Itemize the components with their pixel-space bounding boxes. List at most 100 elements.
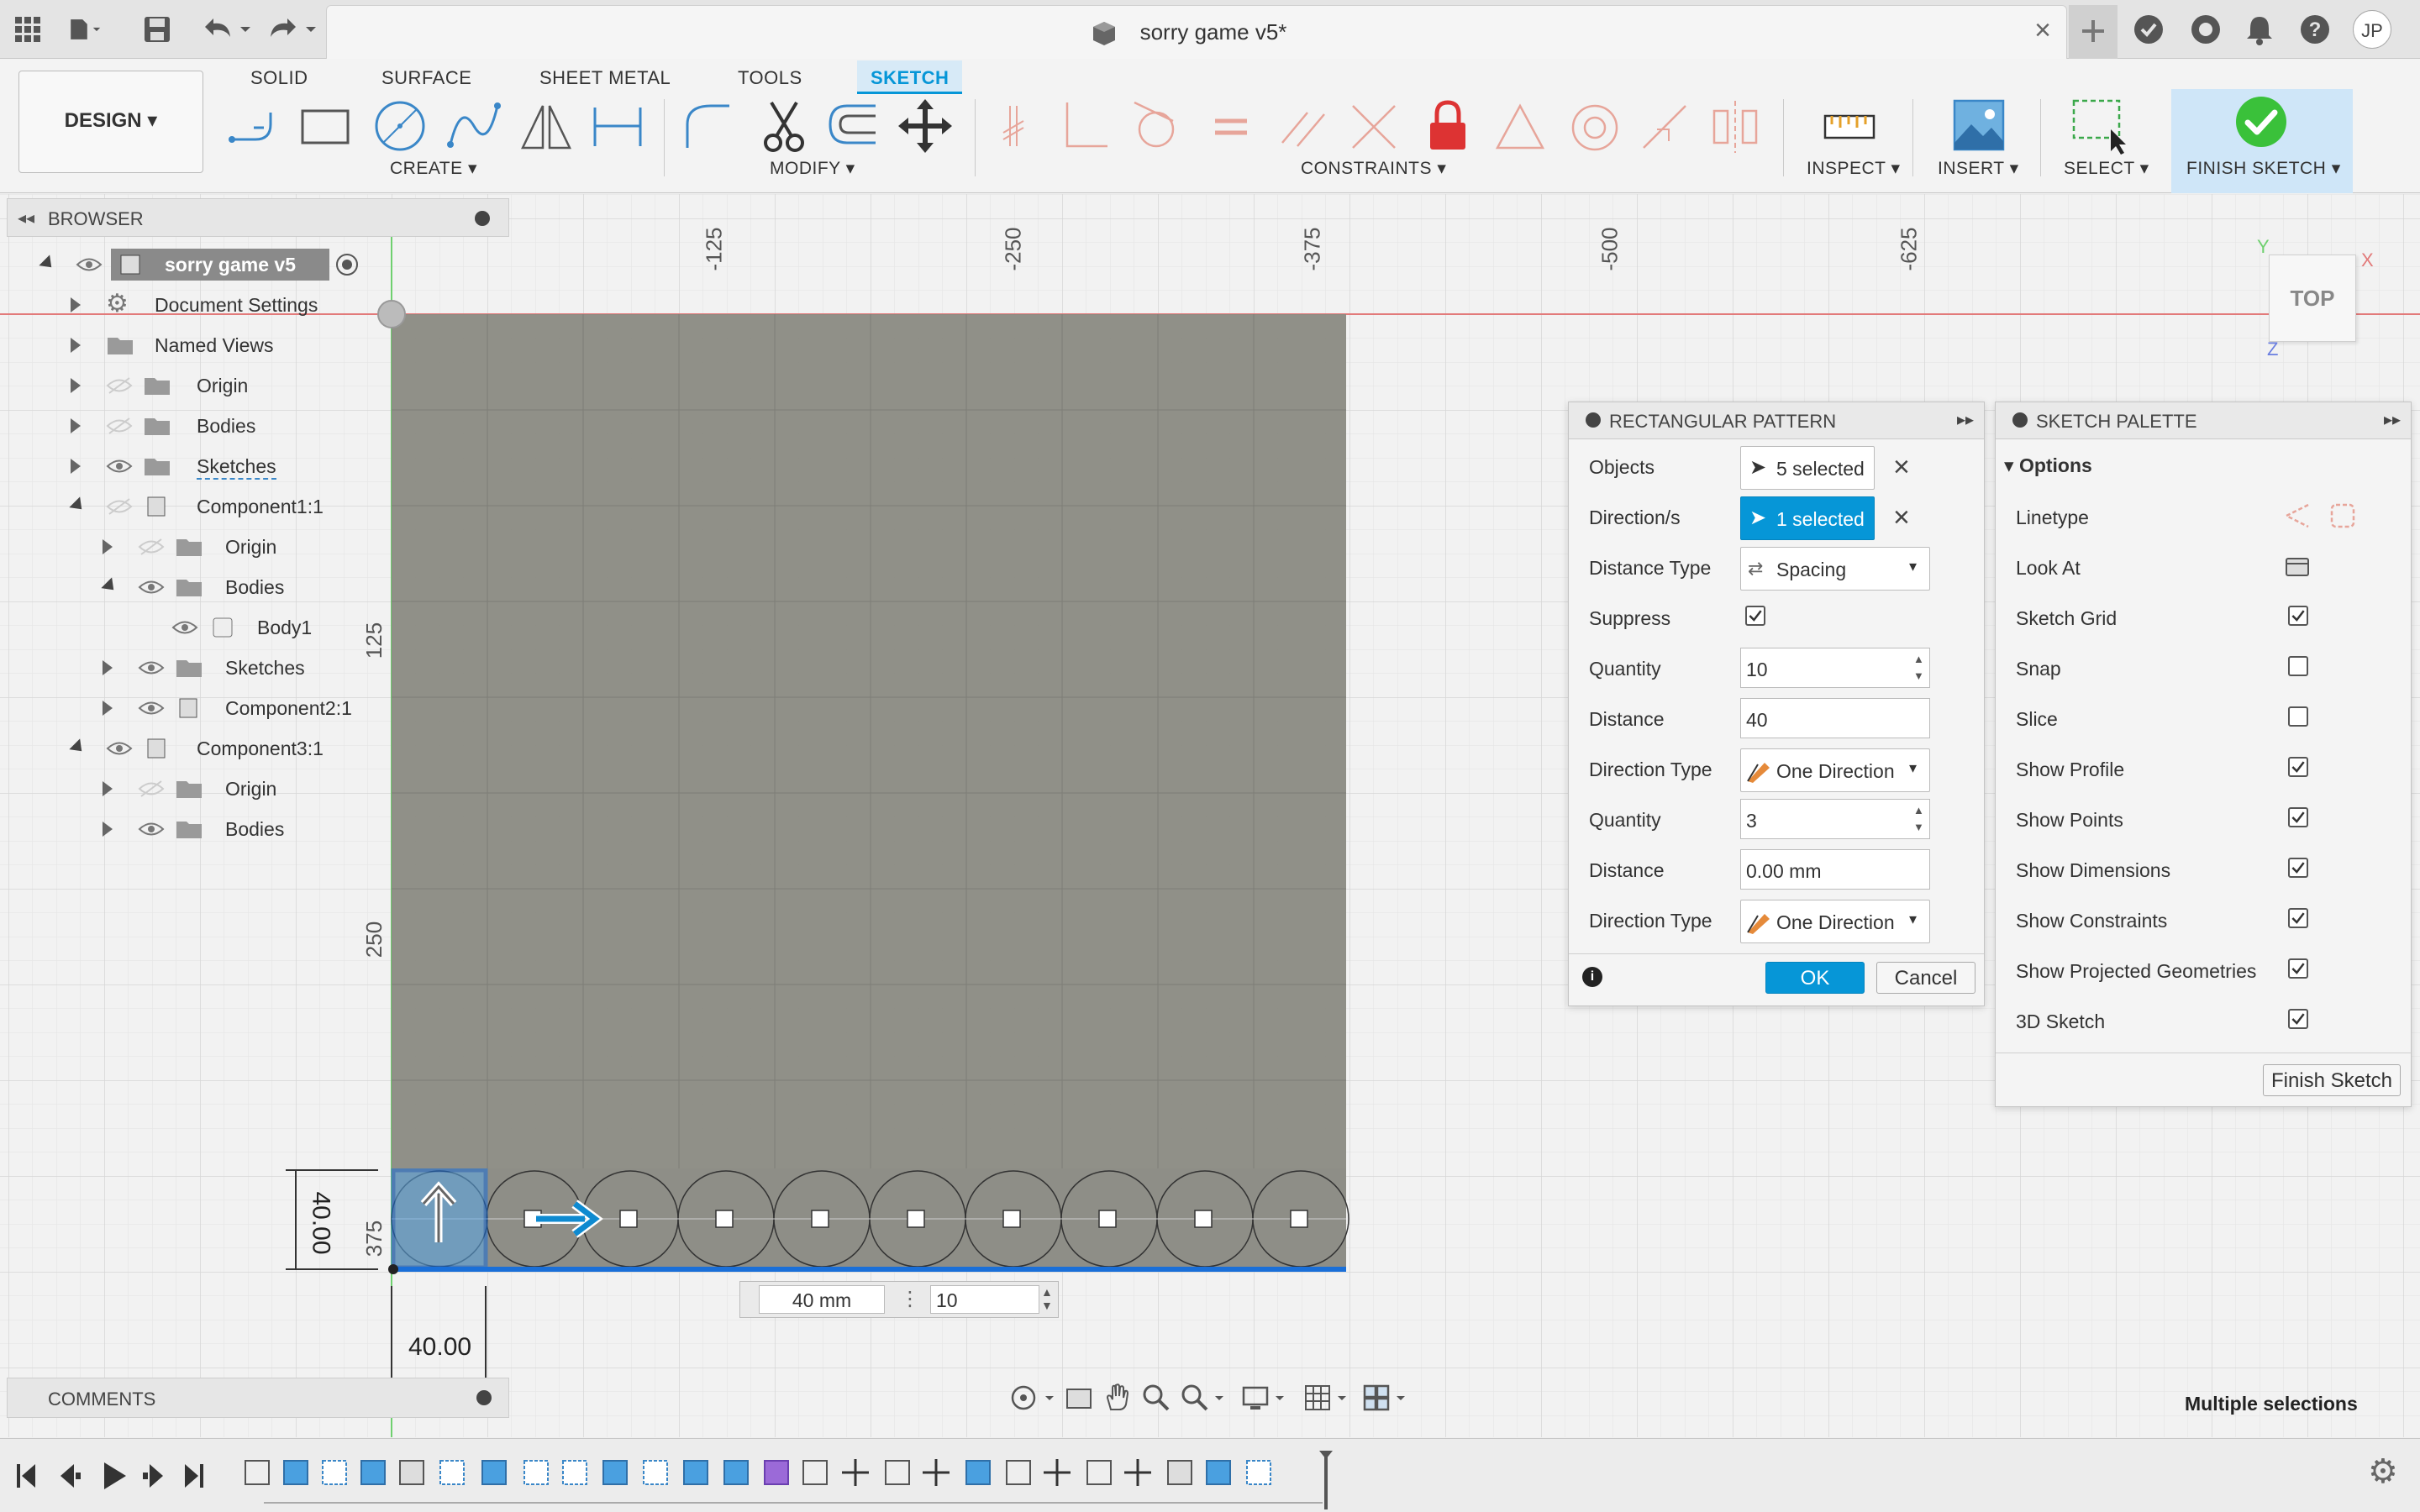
create-menu[interactable]: CREATE ▾ xyxy=(390,158,477,179)
show-constraints-checkbox[interactable] xyxy=(2288,908,2308,928)
tree-item-component3-origin[interactable]: Origin xyxy=(7,769,511,810)
dimension-horizontal-value[interactable]: 40.00 xyxy=(408,1333,471,1362)
select-menu[interactable]: SELECT ▾ xyxy=(2064,158,2149,179)
undo-icon[interactable] xyxy=(197,12,255,47)
symmetric-constraint-icon[interactable] xyxy=(1706,96,1765,158)
notifications-bell-icon[interactable] xyxy=(2242,12,2277,47)
distance2-input[interactable]: 0.00 mm xyxy=(1740,849,1930,890)
expand-arrow-icon[interactable] xyxy=(103,781,113,796)
viewports-icon[interactable] xyxy=(1361,1383,1412,1413)
hidden-eye-icon[interactable] xyxy=(138,780,165,798)
timeline-settings-gear-icon[interactable]: ⚙ xyxy=(2368,1452,2398,1491)
collinear-constraint-icon[interactable] xyxy=(1635,96,1694,158)
equal-constraint-icon[interactable] xyxy=(1202,96,1260,158)
distance-type-dropdown[interactable]: ⇄ Spacing ▾ xyxy=(1740,547,1930,591)
visibility-eye-icon[interactable] xyxy=(106,457,133,475)
expand-dialog-icon[interactable]: ▸▸ xyxy=(1957,409,1974,430)
inline-quantity-input[interactable]: 10 xyxy=(930,1285,1039,1314)
window-select-icon[interactable] xyxy=(2069,96,2128,158)
fillet-tool-icon[interactable] xyxy=(677,96,736,158)
perpendicular-constraint-icon[interactable] xyxy=(1055,96,1114,158)
look-at-icon[interactable] xyxy=(2283,552,2312,580)
slice-checkbox[interactable] xyxy=(2288,706,2308,727)
tab-tools[interactable]: TOOLS xyxy=(724,60,816,94)
workspace-switcher-button[interactable]: DESIGN ▾ xyxy=(18,71,203,173)
collapse-panel-icon[interactable]: ◂◂ xyxy=(18,207,34,228)
3d-sketch-checkbox[interactable] xyxy=(2288,1009,2308,1029)
collapse-dialog-icon[interactable] xyxy=(1586,412,1601,428)
options-section-header[interactable]: ▾ Options xyxy=(2004,454,2092,477)
expand-arrow-icon[interactable] xyxy=(69,496,87,515)
centerline-icon[interactable] xyxy=(2328,501,2357,530)
expand-arrow-icon[interactable] xyxy=(71,297,81,312)
zoom-icon[interactable] xyxy=(1141,1383,1171,1413)
spline-tool-icon[interactable] xyxy=(444,96,502,158)
dimension-tool-icon[interactable] xyxy=(588,96,647,158)
tree-item-component2[interactable]: Component2:1 xyxy=(7,689,511,729)
offset-tool-icon[interactable] xyxy=(823,96,882,158)
activate-radio-icon[interactable] xyxy=(336,254,358,276)
dimension-vertical-value[interactable]: 40.00 xyxy=(307,1191,335,1254)
tab-sketch[interactable]: SKETCH xyxy=(857,60,963,94)
visibility-eye-icon[interactable] xyxy=(138,578,165,596)
comments-panel[interactable]: COMMENTS xyxy=(7,1378,509,1418)
timeline-playback-controls[interactable] xyxy=(12,1456,222,1496)
direction-type1-dropdown[interactable]: One Direction ▾ xyxy=(1740,748,1930,792)
view-cube[interactable]: TOP xyxy=(2269,255,2356,342)
expand-arrow-icon[interactable] xyxy=(71,418,81,433)
direction-type2-dropdown[interactable]: One Direction ▾ xyxy=(1740,900,1930,943)
tree-item-named-views[interactable]: Named Views xyxy=(7,326,511,366)
visibility-eye-icon[interactable] xyxy=(106,739,133,758)
quantity1-stepper[interactable]: ▲ ▼ xyxy=(1913,651,1924,685)
expand-arrow-icon[interactable] xyxy=(103,701,113,716)
directions-selector[interactable]: ➤ 1 selected xyxy=(1740,496,1875,540)
app-grid-icon[interactable] xyxy=(10,12,45,47)
finish-sketch-menu[interactable]: FINISH SKETCH ▾ xyxy=(2186,158,2341,179)
orbit-icon[interactable] xyxy=(1008,1383,1059,1413)
tree-item-bodies[interactable]: Bodies xyxy=(7,407,511,447)
tree-item-component1-sketches[interactable]: Sketches xyxy=(7,648,511,689)
quantity-stepper[interactable]: ▲ ▼ xyxy=(1041,1285,1053,1312)
show-projected-checkbox[interactable] xyxy=(2288,958,2308,979)
expand-arrow-icon[interactable] xyxy=(103,660,113,675)
show-profile-checkbox[interactable] xyxy=(2288,757,2308,777)
save-icon[interactable] xyxy=(139,12,175,47)
hidden-eye-icon[interactable] xyxy=(138,538,165,556)
inline-distance-input[interactable]: 40 mm xyxy=(759,1285,885,1314)
close-tab-icon[interactable]: × xyxy=(2034,14,2051,47)
move-tool-icon[interactable] xyxy=(896,96,955,158)
expand-arrow-icon[interactable] xyxy=(39,255,57,273)
hidden-eye-icon[interactable] xyxy=(106,417,133,435)
tree-item-sketches[interactable]: Sketches xyxy=(7,447,511,487)
insert-menu[interactable]: INSERT ▾ xyxy=(1938,158,2019,179)
clear-directions-icon[interactable]: × xyxy=(1893,501,1910,534)
new-tab-button[interactable] xyxy=(2069,5,2118,59)
visibility-eye-icon[interactable] xyxy=(171,618,198,637)
add-comment-icon[interactable] xyxy=(476,1390,492,1405)
tree-item-component3-bodies[interactable]: Bodies xyxy=(7,810,511,850)
file-menu-icon[interactable] xyxy=(67,12,103,47)
look-at-view-icon[interactable] xyxy=(1064,1383,1094,1413)
finish-sketch-button[interactable]: FINISH SKETCH ▾ xyxy=(2171,89,2353,193)
measure-ruler-icon[interactable] xyxy=(1820,96,1879,158)
suppress-checkbox[interactable] xyxy=(1745,606,1765,626)
collapse-palette-icon[interactable] xyxy=(2012,412,2028,428)
pan-hand-icon[interactable] xyxy=(1102,1383,1133,1413)
expand-palette-icon[interactable]: ▸▸ xyxy=(2384,409,2401,430)
drag-handle-icon[interactable]: ⋮ xyxy=(900,1287,920,1311)
grid-snap-icon[interactable] xyxy=(1302,1383,1353,1413)
circle-tool-icon[interactable] xyxy=(370,96,429,158)
browser-header[interactable]: ◂◂ BROWSER xyxy=(7,198,509,237)
info-icon[interactable]: i xyxy=(1582,967,1602,987)
sketch-grid-checkbox[interactable] xyxy=(2288,606,2308,626)
expand-arrow-icon[interactable] xyxy=(101,577,119,596)
tree-root[interactable]: sorry game v5 xyxy=(7,245,511,286)
modify-menu[interactable]: MODIFY ▾ xyxy=(770,158,855,179)
tree-item-component1-bodies[interactable]: Bodies xyxy=(7,568,511,608)
line-tool-icon[interactable] xyxy=(225,96,284,158)
cancel-button[interactable]: Cancel xyxy=(1876,962,1975,994)
snap-checkbox[interactable] xyxy=(2288,656,2308,676)
inspect-menu[interactable]: INSPECT ▾ xyxy=(1807,158,1901,179)
expand-arrow-icon[interactable] xyxy=(69,738,87,757)
quantity1-input[interactable]: 10 xyxy=(1740,648,1930,688)
